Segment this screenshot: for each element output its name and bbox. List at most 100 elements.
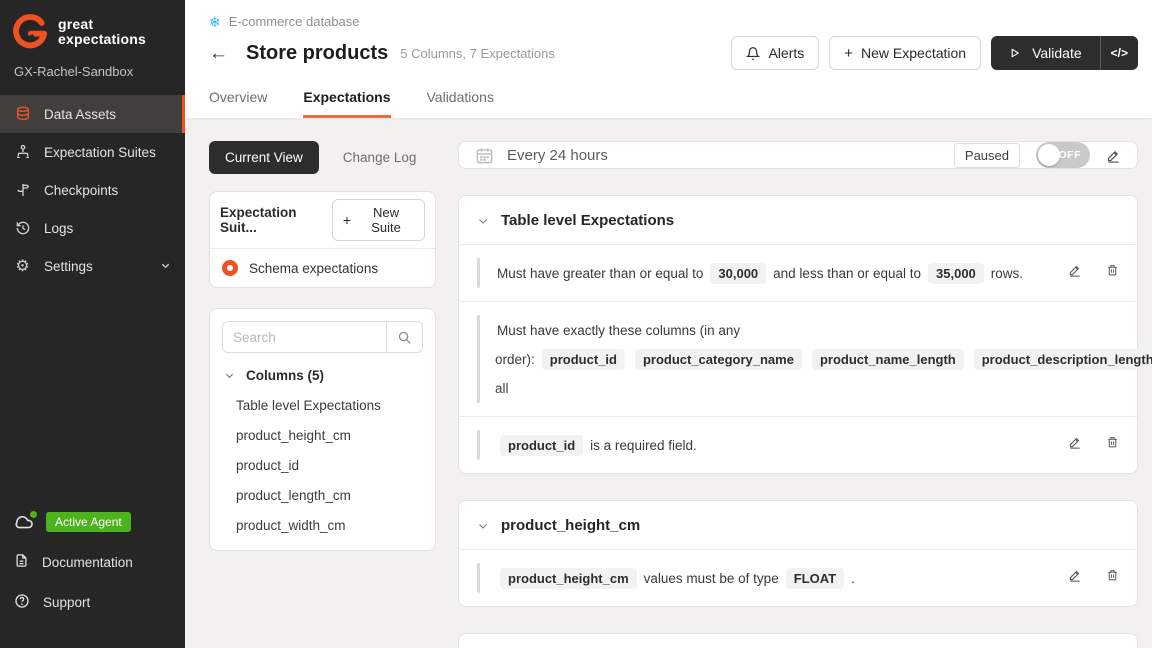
columns-card: Columns (5) Table level Expectations pro… — [209, 308, 436, 551]
value-chip: FLOAT — [786, 568, 844, 589]
plus-icon: + — [343, 212, 351, 228]
expectations-panel: Every 24 hours Paused OFF — [458, 141, 1138, 648]
edit-icon[interactable] — [1068, 263, 1082, 277]
title-row: ← Store products 5 Columns, 7 Expectatio… — [209, 36, 1138, 70]
sidebar-item-label: Documentation — [42, 555, 133, 570]
row-actions — [1068, 563, 1119, 582]
suite-item-schema-expectations[interactable]: Schema expectations — [210, 249, 435, 287]
sidebar-item-label: Settings — [44, 259, 93, 274]
expectation-row: product_idis a required field. — [459, 417, 1137, 473]
left-panel: Current View Change Log Expectation Suit… — [209, 141, 436, 648]
expectation-text: Must have greater than or equal to — [497, 266, 703, 281]
new-expectation-button[interactable]: + New Expectation — [829, 36, 981, 70]
suite-item-label: Schema expectations — [249, 261, 378, 276]
new-suite-button[interactable]: + New Suite — [332, 199, 425, 241]
alerts-button[interactable]: Alerts — [731, 36, 819, 70]
gear-icon: ⚙ — [14, 258, 31, 275]
sidebar-item-label: Expectation Suites — [44, 145, 156, 160]
sidebar-item-support[interactable]: Support — [0, 582, 185, 622]
expectation-description: product_height_cmvalues must be of typeF… — [495, 563, 1048, 593]
logo: great expectations — [0, 0, 185, 54]
sidebar-item-data-assets[interactable]: Data Assets — [0, 95, 185, 133]
row-actions — [1068, 430, 1119, 449]
tab-bar: Overview Expectations Validations — [209, 89, 1138, 118]
history-icon — [14, 220, 31, 237]
expectation-row: product_height_cmvalues must be of typeF… — [459, 550, 1137, 606]
sidebar-item-expectation-suites[interactable]: Expectation Suites — [0, 133, 185, 171]
value-chip: 30,000 — [710, 263, 766, 284]
paused-badge: Paused — [954, 143, 1020, 168]
expectation-description: product_idis a required field. — [495, 430, 1048, 460]
expectation-text: values must be of type — [644, 571, 779, 586]
cloud-icon — [14, 514, 34, 530]
value-chip: product_id — [542, 349, 625, 370]
new-suite-label: New Suite — [358, 205, 414, 235]
search-box — [222, 321, 423, 353]
sidebar-item-documentation[interactable]: Documentation — [0, 542, 185, 582]
section-header[interactable]: product_id — [459, 634, 1137, 648]
chevron-down-icon — [224, 370, 235, 381]
workspace-name: GX-Rachel-Sandbox — [0, 54, 185, 95]
tab-expectations[interactable]: Expectations — [303, 89, 390, 118]
column-item-product-height-cm[interactable]: product_height_cm — [222, 420, 423, 450]
tab-validations[interactable]: Validations — [427, 89, 494, 118]
row-accent-bar — [477, 563, 480, 593]
schedule-controls: Paused OFF — [954, 142, 1121, 168]
current-view-button[interactable]: Current View — [209, 141, 319, 174]
row-accent-bar — [477, 315, 480, 403]
delete-icon[interactable] — [1106, 568, 1119, 582]
sidebar-item-settings[interactable]: ⚙ Settings — [0, 247, 185, 285]
column-item-product-id[interactable]: product_id — [222, 450, 423, 480]
column-item-product-length-cm[interactable]: product_length_cm — [222, 480, 423, 510]
sidebar-item-checkpoints[interactable]: Checkpoints — [0, 171, 185, 209]
column-item-product-width-cm[interactable]: product_width_cm — [222, 510, 423, 540]
document-icon — [14, 553, 29, 571]
bell-icon — [746, 46, 760, 61]
schedule-frequency: Every 24 hours — [507, 147, 608, 164]
sidebar-spacer — [0, 285, 185, 502]
new-expectation-label: New Expectation — [861, 45, 966, 61]
back-button[interactable]: ← — [209, 44, 228, 63]
sidebar-item-logs[interactable]: Logs — [0, 209, 185, 247]
chevron-down-icon — [477, 215, 489, 227]
toggle-state-label: OFF — [1059, 142, 1082, 168]
columns-group-label: Columns (5) — [246, 368, 324, 383]
code-snippet-button[interactable]: </> — [1100, 36, 1138, 70]
section-header[interactable]: Table level Expectations — [459, 196, 1137, 245]
expectation-suite-card: Expectation Suit... + New Suite Schema e… — [209, 191, 436, 288]
code-icon: </> — [1111, 46, 1128, 60]
content-area: Current View Change Log Expectation Suit… — [185, 118, 1152, 648]
tab-overview[interactable]: Overview — [209, 89, 267, 118]
delete-icon[interactable] — [1106, 435, 1119, 449]
value-chip: product_description_length — [974, 349, 1152, 370]
question-circle-icon — [14, 593, 30, 612]
change-log-button[interactable]: Change Log — [343, 150, 417, 165]
calendar-icon — [475, 146, 494, 165]
search-input[interactable] — [223, 322, 386, 352]
suite-card-header: Expectation Suit... + New Suite — [210, 192, 435, 249]
column-item-table-level[interactable]: Table level Expectations — [222, 390, 423, 420]
validate-button[interactable]: Validate — [991, 36, 1100, 70]
section-title: Table level Expectations — [501, 212, 674, 229]
edit-schedule-icon[interactable] — [1106, 148, 1121, 163]
schedule-toggle[interactable]: OFF — [1036, 142, 1090, 168]
page-subtitle: 5 Columns, 7 Expectations — [400, 46, 555, 61]
sidebar-item-label: Support — [43, 595, 90, 610]
section-header[interactable]: product_height_cm — [459, 501, 1137, 550]
delete-icon[interactable] — [1106, 263, 1119, 277]
play-icon — [1009, 47, 1020, 59]
expectation-description: Must have greater than or equal to 30,000… — [495, 258, 1048, 288]
edit-icon[interactable] — [1068, 568, 1082, 582]
validate-split-button: Validate </> — [991, 36, 1138, 70]
edit-icon[interactable] — [1068, 435, 1082, 449]
columns-group-header[interactable]: Columns (5) — [222, 353, 423, 390]
header-actions: Alerts + New Expectation Validate — [731, 36, 1138, 70]
alerts-label: Alerts — [768, 45, 804, 61]
view-switch: Current View Change Log — [209, 141, 436, 174]
logo-text: great expectations — [58, 17, 146, 47]
snowflake-icon: ❄ — [209, 15, 221, 29]
page-title: Store products — [246, 42, 388, 65]
row-accent-bar — [477, 430, 480, 460]
sidebar-item-label: Logs — [44, 221, 73, 236]
search-icon[interactable] — [386, 322, 422, 352]
